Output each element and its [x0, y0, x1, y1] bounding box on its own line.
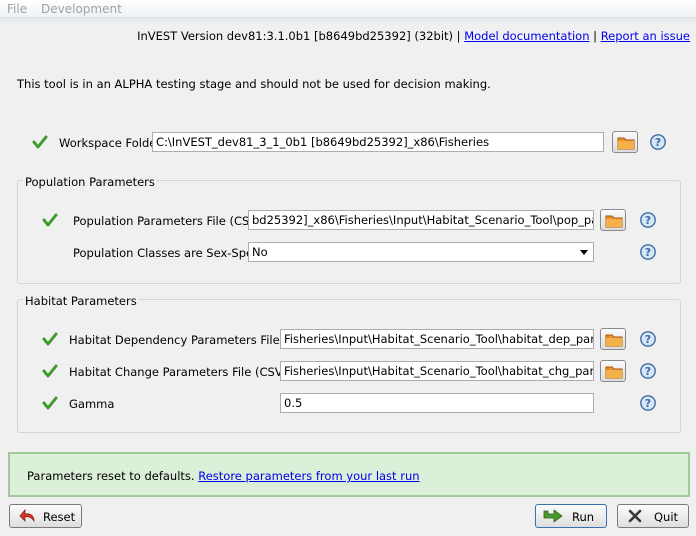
version-line: InVEST Version dev81:3.1.0b1 [b8649bd253… [137, 29, 690, 43]
sex-specific-value: No [252, 245, 268, 259]
help-icon[interactable]: ? [640, 331, 656, 347]
status-message-box: Parameters reset to defaults. Restore pa… [8, 452, 690, 497]
status-text: Parameters reset to defaults. Restore pa… [27, 469, 420, 483]
folder-icon [605, 366, 623, 379]
workspace-label: Workspace Folder [59, 136, 162, 150]
help-icon[interactable]: ? [640, 363, 656, 379]
report-issue-link[interactable]: Report an issue [601, 29, 690, 43]
habitat-change-value: Fisheries\Input\Habitat_Scenario_Tool\ha… [284, 364, 594, 378]
svg-text:?: ? [645, 333, 651, 346]
folder-icon [617, 137, 635, 150]
svg-text:?: ? [645, 365, 651, 378]
folder-icon [605, 215, 623, 228]
check-icon [42, 332, 58, 346]
workspace-browse-button[interactable] [612, 131, 638, 153]
reset-button-label: Reset [43, 510, 76, 524]
population-parameters-group [17, 180, 681, 284]
habitat-dependency-input[interactable]: Fisheries\Input\Habitat_Scenario_Tool\ha… [280, 329, 594, 349]
svg-text:?: ? [645, 246, 651, 259]
sex-specific-dropdown[interactable]: No [248, 242, 594, 262]
population-params-file-value: bd25392]_x86\Fisheries\Input\Habitat_Sce… [252, 213, 593, 227]
svg-text:?: ? [645, 214, 651, 227]
alpha-warning-text: This tool is in an ALPHA testing stage a… [17, 77, 491, 91]
undo-arrow-icon [19, 508, 35, 523]
chevron-down-icon [580, 250, 588, 255]
help-icon[interactable]: ? [650, 134, 666, 150]
population-params-file-input[interactable]: bd25392]_x86\Fisheries\Input\Habitat_Sce… [248, 210, 594, 230]
separator: | [456, 29, 461, 43]
restore-parameters-link[interactable]: Restore parameters from your last run [198, 469, 419, 483]
help-icon[interactable]: ? [640, 395, 656, 411]
model-documentation-link[interactable]: Model documentation [464, 29, 589, 43]
run-button-label: Run [572, 510, 595, 524]
gamma-input[interactable]: 0.5 [280, 393, 594, 413]
run-arrow-icon [543, 509, 563, 523]
gamma-label: Gamma [69, 397, 115, 411]
help-icon[interactable]: ? [640, 244, 656, 260]
habitat-change-label: Habitat Change Parameters File (CSV) [69, 365, 288, 379]
menu-development[interactable]: Development [41, 2, 122, 16]
workspace-input[interactable]: C:\InVEST_dev81_3_1_0b1 [b8649bd25392]_x… [152, 132, 604, 152]
menu-shadow [0, 18, 696, 24]
workspace-value: C:\InVEST_dev81_3_1_0b1 [b8649bd25392]_x… [156, 135, 490, 149]
habitat-group-title: Habitat Parameters [23, 294, 139, 308]
quit-button[interactable]: Quit [617, 504, 689, 528]
population-params-browse-button[interactable] [600, 209, 626, 231]
reset-button[interactable]: Reset [9, 504, 82, 528]
quit-button-label: Quit [654, 510, 679, 524]
habitat-dependency-value: Fisheries\Input\Habitat_Scenario_Tool\ha… [284, 332, 593, 346]
version-text: InVEST Version dev81:3.1.0b1 [b8649bd253… [137, 29, 454, 43]
check-icon [42, 364, 58, 378]
svg-text:?: ? [645, 397, 651, 410]
help-icon[interactable]: ? [640, 212, 656, 228]
separator: | [593, 29, 598, 43]
run-button[interactable]: Run [535, 504, 607, 528]
quit-x-icon [628, 509, 642, 523]
check-icon [42, 396, 58, 410]
folder-icon [605, 334, 623, 347]
sex-specific-label: Population Classes are Sex-Specific [73, 246, 277, 260]
check-icon [32, 135, 48, 149]
check-icon [42, 213, 58, 227]
habitat-dependency-label: Habitat Dependency Parameters File (CSV) [69, 333, 316, 347]
habitat-change-browse-button[interactable] [600, 360, 626, 382]
menu-file[interactable]: File [7, 2, 27, 16]
population-params-file-label: Population Parameters File (CSV) [73, 214, 262, 228]
menu-bar: File Development [0, 0, 696, 18]
status-message: Parameters reset to defaults. [27, 469, 195, 483]
gamma-value: 0.5 [284, 396, 303, 410]
habitat-dependency-browse-button[interactable] [600, 328, 626, 350]
svg-text:?: ? [655, 136, 661, 149]
population-group-title: Population Parameters [23, 175, 157, 189]
habitat-change-input[interactable]: Fisheries\Input\Habitat_Scenario_Tool\ha… [280, 361, 594, 381]
